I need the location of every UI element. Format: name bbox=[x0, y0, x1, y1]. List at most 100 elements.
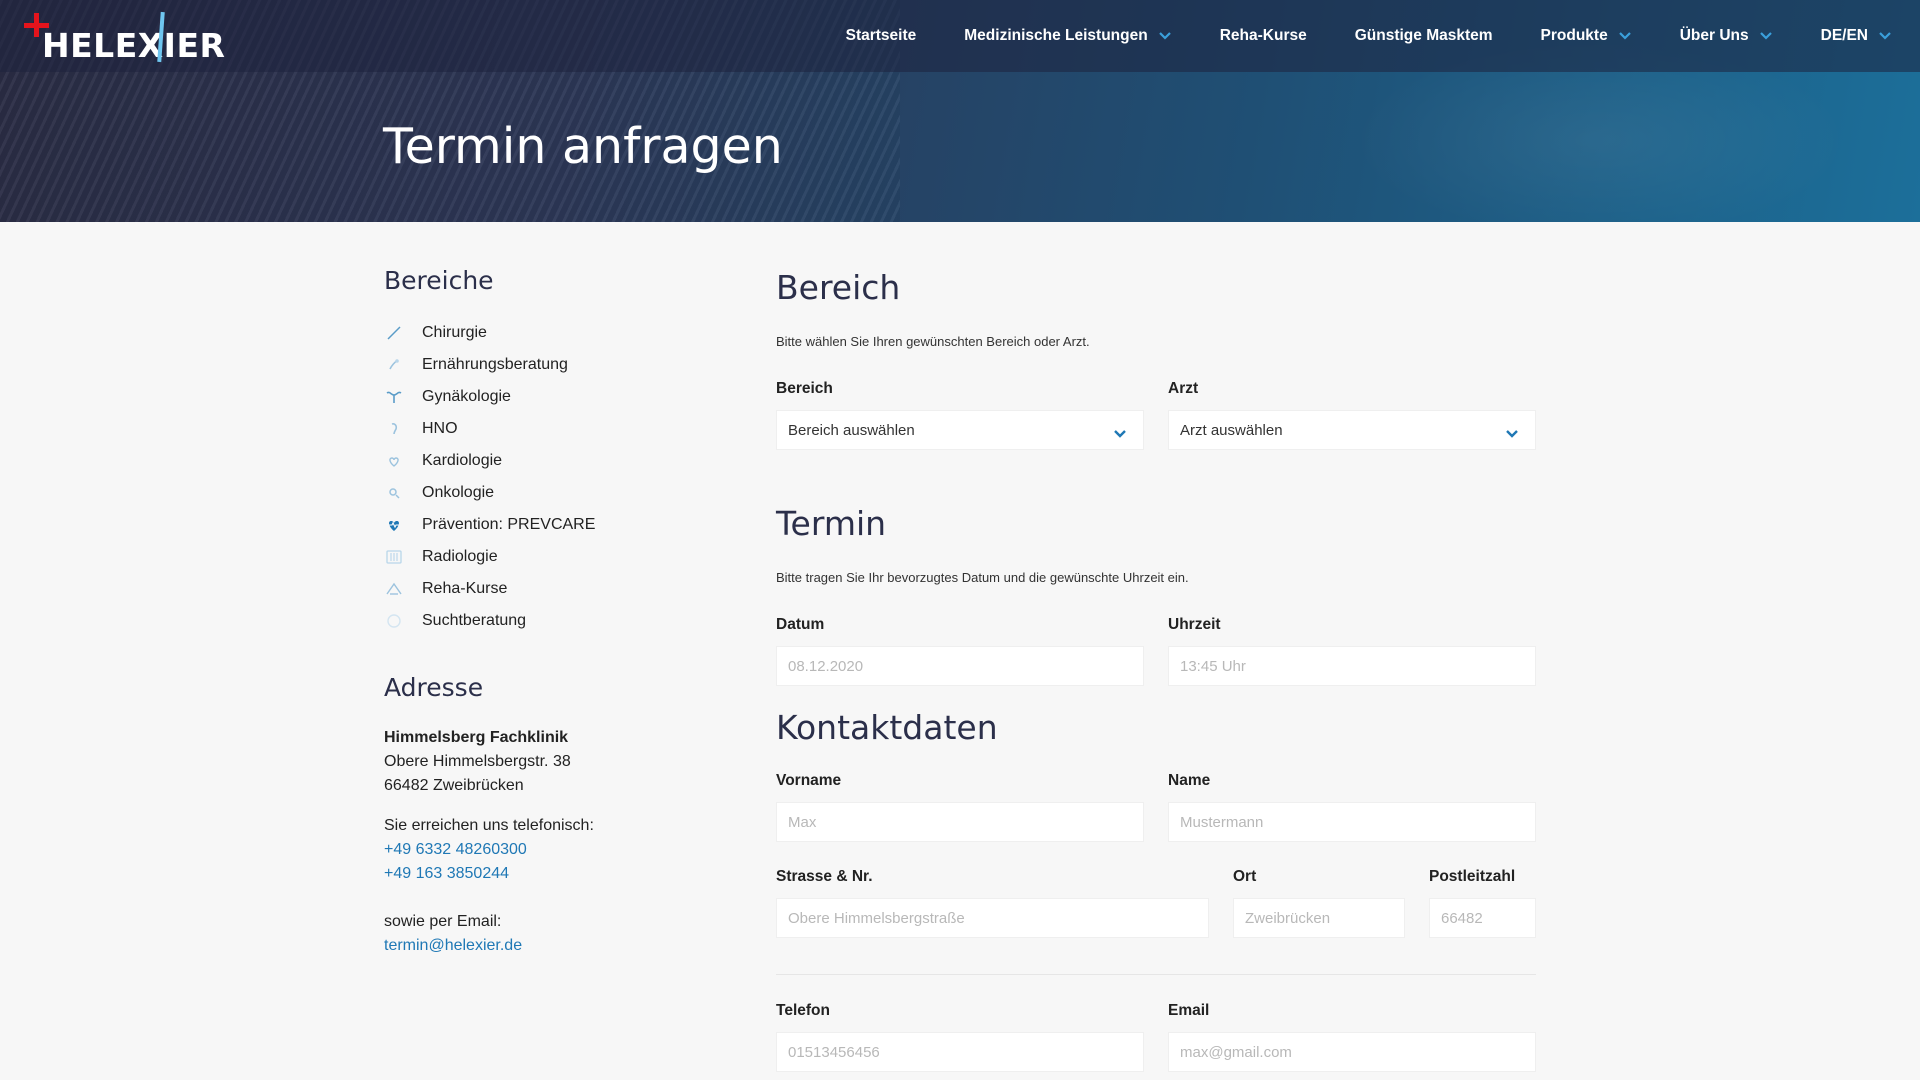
ear-icon bbox=[384, 419, 404, 439]
name-field[interactable]: Mustermann bbox=[1168, 802, 1536, 842]
xray-icon bbox=[384, 547, 404, 567]
email-label: Email bbox=[1168, 1002, 1210, 1019]
section-heading-termin: Termin bbox=[776, 504, 887, 543]
address-heading: Adresse bbox=[384, 673, 484, 702]
uhrzeit-field[interactable]: 13:45 Uhr bbox=[1168, 646, 1536, 686]
sidebar: Bereiche Chirurgie Ernährungsberatung Gy… bbox=[384, 266, 744, 958]
telefon-placeholder: 01513456456 bbox=[788, 1043, 880, 1061]
nav-item-ueber-uns[interactable]: Über Uns bbox=[1680, 27, 1773, 45]
telefon-field[interactable]: 01513456456 bbox=[776, 1032, 1144, 1072]
page-header: HELEXIER Startseite Medizinische Leistun… bbox=[0, 0, 1920, 222]
sidebar-item-onkologie[interactable]: Onkologie bbox=[384, 477, 744, 509]
strasse-field[interactable]: Obere Himmelsbergstraße bbox=[776, 898, 1209, 938]
nav-item-label: Medizinische Leistungen bbox=[964, 27, 1148, 44]
bereich-label: Bereich bbox=[776, 380, 833, 397]
uhrzeit-label: Uhrzeit bbox=[1168, 616, 1221, 633]
sidebar-item-chirurgie[interactable]: Chirurgie bbox=[384, 317, 744, 349]
nutrition-icon bbox=[384, 355, 404, 375]
sidebar-item-label: Reha-Kurse bbox=[422, 580, 508, 597]
telefon-label: Telefon bbox=[776, 1002, 830, 1019]
navbar: HELEXIER Startseite Medizinische Leistun… bbox=[0, 0, 1920, 72]
areas-list: Chirurgie Ernährungsberatung Gynäkologie… bbox=[384, 317, 744, 637]
phone-block: Sie erreichen uns telefonisch: +49 6332 … bbox=[384, 814, 744, 886]
nav-item-label: Über Uns bbox=[1679, 27, 1749, 44]
chevron-down-icon bbox=[1505, 426, 1519, 443]
vorname-label: Vorname bbox=[776, 772, 842, 789]
cell-icon bbox=[384, 483, 404, 503]
heart-pulse-icon bbox=[384, 515, 404, 535]
nav-item-label: Startseite bbox=[845, 27, 917, 44]
phone-link-1[interactable]: +49 6332 48260300 bbox=[384, 838, 744, 862]
address-org: Himmelsberg Fachklinik bbox=[384, 729, 569, 746]
sidebar-item-label: Chirurgie bbox=[422, 324, 487, 341]
arzt-select[interactable]: Arzt auswählen bbox=[1168, 410, 1536, 450]
logo[interactable]: HELEXIER bbox=[22, 10, 226, 66]
email-field[interactable]: max@gmail.com bbox=[1168, 1032, 1536, 1072]
plz-label: Postleitzahl bbox=[1429, 868, 1516, 885]
address-block: Himmelsberg Fachklinik Obere Himmelsberg… bbox=[384, 726, 744, 798]
ort-placeholder: Zweibrücken bbox=[1245, 909, 1331, 927]
plz-field[interactable]: 66482 bbox=[1429, 898, 1536, 938]
chevron-down-icon bbox=[1759, 31, 1773, 41]
sidebar-item-label: HNO bbox=[422, 420, 458, 437]
chevron-down-icon bbox=[1158, 31, 1172, 41]
sidebar-item-reha-kurse[interactable]: Reha-Kurse bbox=[384, 573, 744, 605]
strasse-label: Strasse & Nr. bbox=[776, 868, 873, 885]
address-street: Obere Himmelsbergstr. 38 bbox=[384, 753, 571, 770]
nav-item-label: DE/EN bbox=[1820, 27, 1868, 44]
bereich-select[interactable]: Bereich auswählen bbox=[776, 410, 1144, 450]
chevron-down-icon bbox=[1878, 31, 1892, 41]
datum-field[interactable]: 08.12.2020 bbox=[776, 646, 1144, 686]
sidebar-item-label: Gynäkologie bbox=[422, 388, 511, 405]
scalpel-icon bbox=[384, 323, 404, 343]
arzt-select-value: Arzt auswählen bbox=[1180, 421, 1283, 439]
sidebar-item-label: Radiologie bbox=[422, 548, 498, 565]
email-block: sowie per Email: termin@helexier.de bbox=[384, 910, 744, 958]
datum-label: Datum bbox=[776, 616, 825, 633]
nav-item-label: Günstige Masktem bbox=[1354, 27, 1493, 44]
sidebar-item-label: Prävention: PREVCARE bbox=[422, 516, 596, 533]
sidebar-item-ernaehrungsberatung[interactable]: Ernährungsberatung bbox=[384, 349, 744, 381]
sidebar-item-label: Ernährungsberatung bbox=[422, 356, 568, 373]
address-city: 66482 Zweibrücken bbox=[384, 777, 524, 794]
email-intro: sowie per Email: bbox=[384, 913, 502, 930]
sidebar-item-suchtberatung[interactable]: Suchtberatung bbox=[384, 605, 744, 637]
section-text-termin: Bitte tragen Sie Ihr bevorzugtes Datum u… bbox=[776, 570, 1189, 585]
section-heading-bereich: Bereich bbox=[776, 268, 901, 307]
nav-item-produkte[interactable]: Produkte bbox=[1541, 27, 1632, 45]
nav-item-reha-kurse[interactable]: Reha-Kurse bbox=[1220, 27, 1307, 45]
vorname-placeholder: Max bbox=[788, 813, 817, 831]
nav-item-medizinische-leistungen[interactable]: Medizinische Leistungen bbox=[964, 27, 1171, 45]
chevron-down-icon bbox=[1618, 31, 1632, 41]
section-text-bereich: Bitte wählen Sie Ihren gewünschten Berei… bbox=[776, 334, 1090, 349]
heart-icon bbox=[384, 451, 404, 471]
name-label: Name bbox=[1168, 772, 1211, 789]
phone-link-2[interactable]: +49 163 3850244 bbox=[384, 862, 744, 886]
sidebar-item-praevention[interactable]: Prävention: PREVCARE bbox=[384, 509, 744, 541]
arzt-label: Arzt bbox=[1168, 380, 1199, 397]
uterus-icon bbox=[384, 387, 404, 407]
sidebar-item-kardiologie[interactable]: Kardiologie bbox=[384, 445, 744, 477]
areas-heading: Bereiche bbox=[384, 266, 494, 295]
email-placeholder: max@gmail.com bbox=[1180, 1043, 1292, 1061]
sidebar-item-radiologie[interactable]: Radiologie bbox=[384, 541, 744, 573]
sidebar-item-hno[interactable]: HNO bbox=[384, 413, 744, 445]
sidebar-item-label: Onkologie bbox=[422, 484, 495, 501]
nav-item-label: Reha-Kurse bbox=[1219, 27, 1307, 44]
logo-text: HELEXIER bbox=[42, 26, 226, 65]
email-link[interactable]: termin@helexier.de bbox=[384, 934, 744, 958]
nav-item-startseite[interactable]: Startseite bbox=[846, 27, 917, 45]
vorname-field[interactable]: Max bbox=[776, 802, 1144, 842]
main-nav: Startseite Medizinische Leistungen Reha-… bbox=[846, 0, 1920, 72]
ort-field[interactable]: Zweibrücken bbox=[1233, 898, 1405, 938]
nav-item-guenstige-masken[interactable]: Günstige Masktem bbox=[1355, 27, 1493, 45]
plz-placeholder: 66482 bbox=[1441, 909, 1483, 927]
name-placeholder: Mustermann bbox=[1180, 813, 1264, 831]
rehab-icon bbox=[384, 579, 404, 599]
ort-label: Ort bbox=[1233, 868, 1257, 885]
sidebar-item-gynaekologie[interactable]: Gynäkologie bbox=[384, 381, 744, 413]
form-divider bbox=[776, 974, 1536, 975]
nav-item-language[interactable]: DE/EN bbox=[1821, 27, 1892, 45]
uhrzeit-placeholder: 13:45 Uhr bbox=[1180, 657, 1246, 675]
strasse-placeholder: Obere Himmelsbergstraße bbox=[788, 909, 965, 927]
